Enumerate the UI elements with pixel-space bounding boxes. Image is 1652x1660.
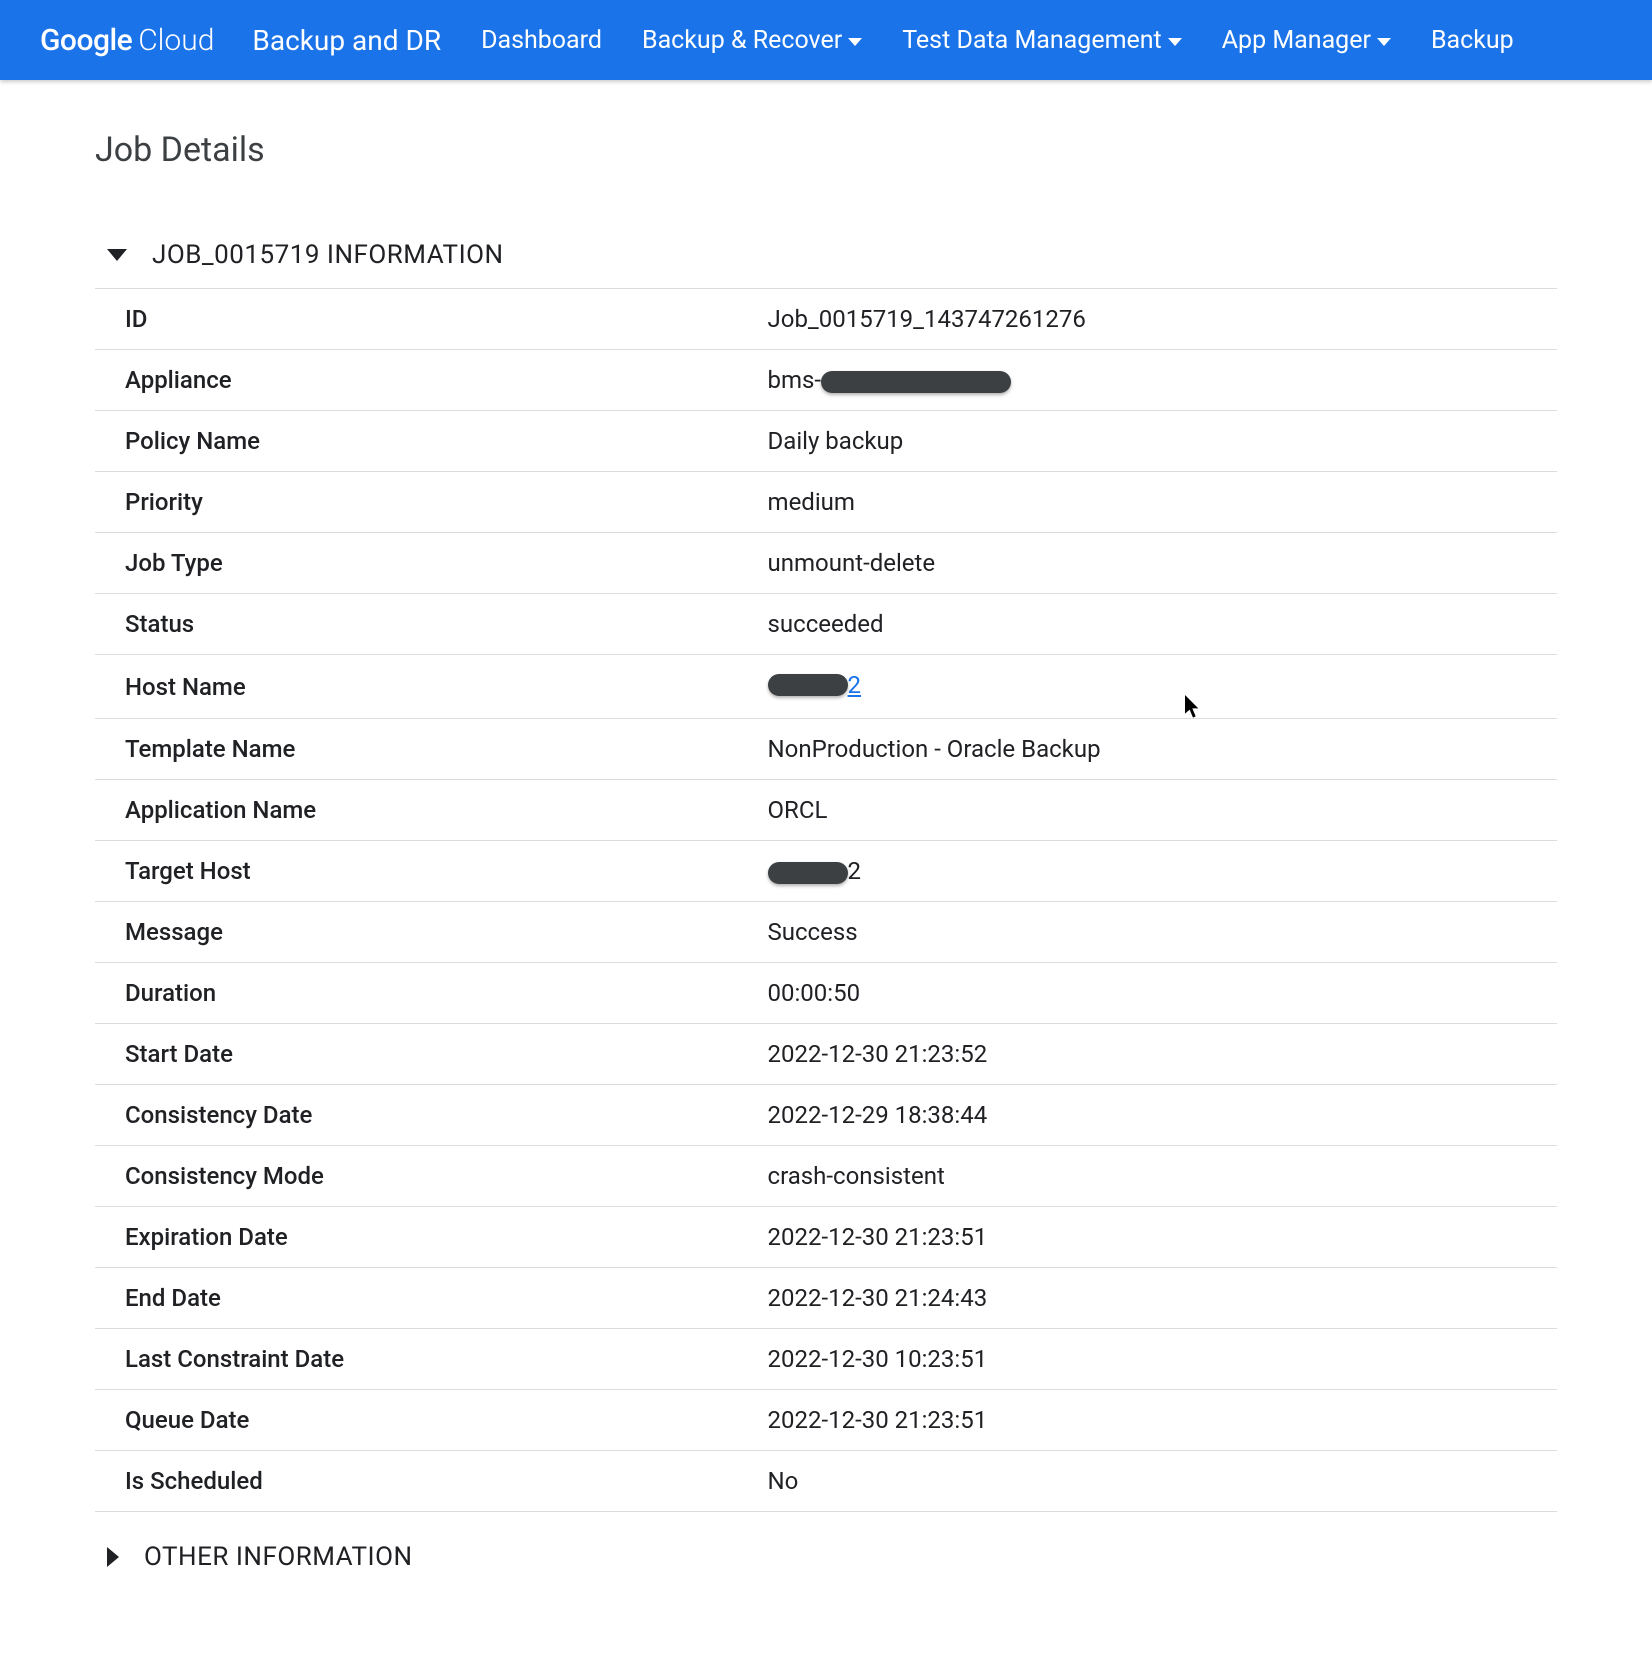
job-information-header[interactable]: JOB_0015719 INFORMATION	[95, 240, 1557, 288]
redacted-content	[821, 371, 1011, 393]
field-label: Host Name	[95, 655, 768, 719]
field-value: unmount-delete	[768, 533, 1557, 594]
section-title: JOB_0015719 INFORMATION	[152, 240, 504, 270]
table-row: Job Typeunmount-delete	[95, 533, 1557, 594]
field-label: Application Name	[95, 780, 768, 841]
field-label: Appliance	[95, 350, 768, 411]
field-value: NonProduction - Oracle Backup	[768, 719, 1557, 780]
field-label: End Date	[95, 1268, 768, 1329]
product-name[interactable]: Backup and DR	[252, 24, 441, 57]
field-label: Priority	[95, 472, 768, 533]
nav-test-data-management[interactable]: Test Data Management	[902, 26, 1182, 55]
field-label: Last Constraint Date	[95, 1329, 768, 1390]
other-information-section: OTHER INFORMATION	[95, 1542, 1557, 1590]
field-label: Target Host	[95, 841, 768, 902]
host-link[interactable]: 2	[768, 671, 862, 699]
nav-label: App Manager	[1222, 26, 1371, 55]
top-navigation-bar: Google Cloud Backup and DR Dashboard Bac…	[0, 0, 1652, 80]
field-label: Status	[95, 594, 768, 655]
main-content: Job Details JOB_0015719 INFORMATION IDJo…	[0, 80, 1652, 1660]
field-label: Policy Name	[95, 411, 768, 472]
table-row: Application NameORCL	[95, 780, 1557, 841]
table-row: Queue Date2022-12-30 21:23:51	[95, 1390, 1557, 1451]
table-row: Is ScheduledNo	[95, 1451, 1557, 1512]
page-title: Job Details	[95, 130, 1557, 170]
expand-collapse-icon	[107, 249, 127, 261]
redacted-content	[768, 862, 848, 884]
field-value: 2022-12-30 21:24:43	[768, 1268, 1557, 1329]
field-label: Consistency Date	[95, 1085, 768, 1146]
table-row: Consistency Date2022-12-29 18:38:44	[95, 1085, 1557, 1146]
field-value: Job_0015719_143747261276	[768, 289, 1557, 350]
field-value: Success	[768, 902, 1557, 963]
brand-logo[interactable]: Google Cloud	[40, 23, 214, 58]
chevron-down-icon	[848, 38, 862, 46]
nav-menu: Dashboard Backup & Recover Test Data Man…	[481, 26, 1514, 55]
nav-backup[interactable]: Backup	[1431, 26, 1514, 55]
field-label: ID	[95, 289, 768, 350]
table-row: Expiration Date2022-12-30 21:23:51	[95, 1207, 1557, 1268]
nav-label: Backup & Recover	[642, 26, 842, 55]
field-label: Expiration Date	[95, 1207, 768, 1268]
table-row: Last Constraint Date2022-12-30 10:23:51	[95, 1329, 1557, 1390]
chevron-down-icon	[1168, 38, 1182, 46]
field-label: Template Name	[95, 719, 768, 780]
table-row: Prioritymedium	[95, 472, 1557, 533]
table-row: Consistency Modecrash-consistent	[95, 1146, 1557, 1207]
value-prefix: bms-	[768, 366, 822, 394]
field-value: ORCL	[768, 780, 1557, 841]
field-label: Is Scheduled	[95, 1451, 768, 1512]
field-value: crash-consistent	[768, 1146, 1557, 1207]
field-label: Message	[95, 902, 768, 963]
field-label: Consistency Mode	[95, 1146, 768, 1207]
chevron-down-icon	[1377, 38, 1391, 46]
nav-app-manager[interactable]: App Manager	[1222, 26, 1391, 55]
section-title: OTHER INFORMATION	[144, 1542, 413, 1572]
redacted-content	[768, 674, 848, 696]
table-row: Host Name 2	[95, 655, 1557, 719]
table-row: Policy NameDaily backup	[95, 411, 1557, 472]
field-value: 2	[768, 655, 1557, 719]
field-value: 2022-12-30 21:23:51	[768, 1390, 1557, 1451]
field-value: 2022-12-30 21:23:52	[768, 1024, 1557, 1085]
brand-google-text: Google	[40, 23, 132, 58]
value-suffix: 2	[848, 857, 862, 885]
table-row: Appliancebms-	[95, 350, 1557, 411]
nav-label: Backup	[1431, 26, 1514, 55]
table-row: Statussucceeded	[95, 594, 1557, 655]
field-label: Start Date	[95, 1024, 768, 1085]
field-value: 2	[768, 841, 1557, 902]
table-row: MessageSuccess	[95, 902, 1557, 963]
table-row: Target Host 2	[95, 841, 1557, 902]
nav-label: Dashboard	[481, 26, 602, 55]
table-row: Start Date2022-12-30 21:23:52	[95, 1024, 1557, 1085]
field-value: No	[768, 1451, 1557, 1512]
table-row: Template NameNonProduction - Oracle Back…	[95, 719, 1557, 780]
nav-label: Test Data Management	[902, 26, 1162, 55]
expand-collapse-icon	[107, 1547, 119, 1567]
field-value: succeeded	[768, 594, 1557, 655]
table-row: IDJob_0015719_143747261276	[95, 289, 1557, 350]
other-information-header[interactable]: OTHER INFORMATION	[95, 1542, 1557, 1590]
field-label: Queue Date	[95, 1390, 768, 1451]
nav-dashboard[interactable]: Dashboard	[481, 26, 602, 55]
field-value: bms-	[768, 350, 1557, 411]
table-row: Duration00:00:50	[95, 963, 1557, 1024]
field-value: medium	[768, 472, 1557, 533]
field-label: Duration	[95, 963, 768, 1024]
job-information-section: JOB_0015719 INFORMATION IDJob_0015719_14…	[95, 240, 1557, 1512]
field-value: 2022-12-30 10:23:51	[768, 1329, 1557, 1390]
table-row: End Date2022-12-30 21:24:43	[95, 1268, 1557, 1329]
brand-cloud-text: Cloud	[138, 23, 214, 58]
field-value: 2022-12-29 18:38:44	[768, 1085, 1557, 1146]
nav-backup-recover[interactable]: Backup & Recover	[642, 26, 862, 55]
field-label: Job Type	[95, 533, 768, 594]
field-value: 00:00:50	[768, 963, 1557, 1024]
field-value: Daily backup	[768, 411, 1557, 472]
link-suffix: 2	[848, 671, 862, 699]
field-value: 2022-12-30 21:23:51	[768, 1207, 1557, 1268]
job-details-table: IDJob_0015719_143747261276Appliancebms-P…	[95, 288, 1557, 1512]
